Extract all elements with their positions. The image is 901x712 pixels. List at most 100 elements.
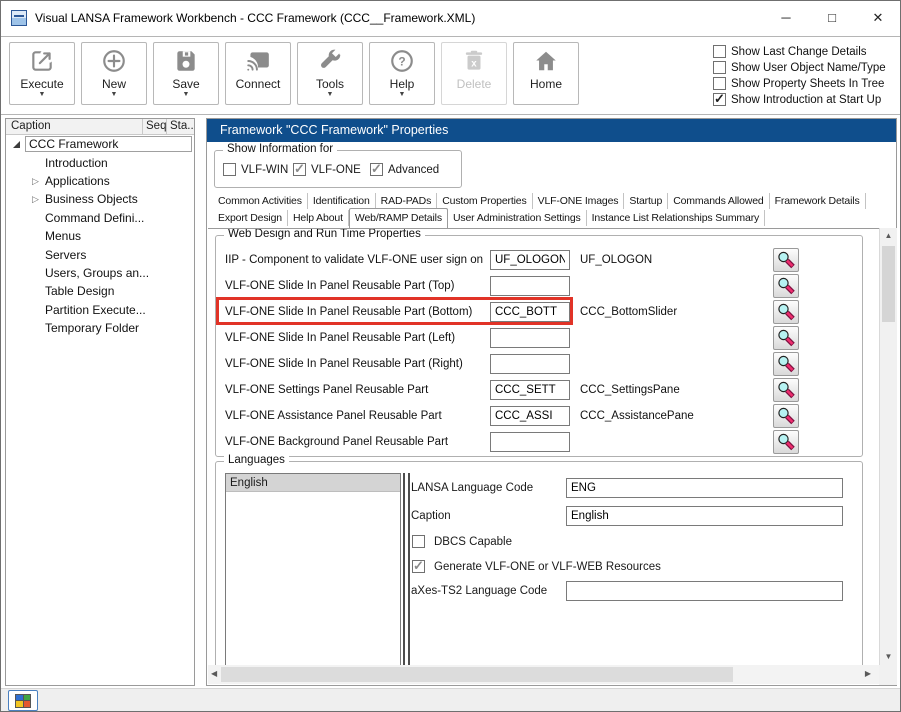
dropdown-arrow-icon: ▼ bbox=[38, 91, 46, 98]
close-button[interactable]: ✕ bbox=[861, 7, 895, 29]
button-label: New bbox=[101, 77, 126, 91]
scroll-right-icon[interactable]: ▶ bbox=[865, 670, 871, 678]
checkbox[interactable]: ✓ bbox=[713, 91, 726, 106]
tree-item-temporary-folder[interactable]: Temporary Folder bbox=[6, 319, 194, 337]
lansa-language-code-input[interactable] bbox=[566, 478, 843, 498]
tree-item-applications[interactable]: ▷ Applications bbox=[6, 172, 194, 190]
expanded-triangle-icon[interactable] bbox=[13, 140, 20, 148]
check-generate-resources[interactable]: ✓ Generate VLF-ONE or VLF-WEB Resources bbox=[412, 558, 661, 573]
vertical-scroll-thumb[interactable] bbox=[882, 246, 895, 322]
tree-item-menus[interactable]: Menus bbox=[6, 227, 194, 245]
option-label: Show Introduction at Start Up bbox=[731, 93, 882, 106]
checkbox[interactable]: ✓ bbox=[223, 163, 236, 176]
option-show-introduction[interactable]: ✓ Show Introduction at Start Up bbox=[713, 91, 882, 107]
option-show-property-sheets[interactable]: ✓ Show Property Sheets In Tree bbox=[713, 76, 884, 91]
scroll-up-icon[interactable]: ▲ bbox=[880, 232, 897, 240]
tab-help-about[interactable]: Help About bbox=[288, 210, 349, 226]
background-panel-input[interactable] bbox=[490, 432, 570, 452]
new-button[interactable]: New ▼ bbox=[81, 42, 147, 105]
maximize-button[interactable]: □ bbox=[815, 7, 849, 29]
tab-common-activities[interactable]: Common Activities bbox=[213, 193, 308, 209]
checkbox[interactable]: ✓ bbox=[713, 45, 726, 58]
tab-user-administration-settings[interactable]: User Administration Settings bbox=[448, 210, 587, 226]
tree-item-users-groups[interactable]: Users, Groups an... bbox=[6, 264, 194, 282]
tree-item-business-objects[interactable]: ▷ Business Objects bbox=[6, 190, 194, 208]
search-part-button[interactable] bbox=[773, 300, 799, 324]
tab-commands-allowed[interactable]: Commands Allowed bbox=[668, 193, 770, 209]
search-part-button[interactable] bbox=[773, 430, 799, 454]
checkbox[interactable]: ✓ bbox=[293, 161, 306, 176]
tree-item-partition-execute[interactable]: Partition Execute... bbox=[6, 301, 194, 319]
search-part-button[interactable] bbox=[773, 404, 799, 428]
minimize-button[interactable]: ─ bbox=[769, 7, 803, 29]
horizontal-scrollbar[interactable]: ◀ ▶ bbox=[208, 665, 879, 684]
home-button[interactable]: Home bbox=[513, 42, 579, 105]
slide-top-input[interactable] bbox=[490, 276, 570, 296]
iip-signon-input[interactable] bbox=[490, 250, 570, 270]
tab-identification[interactable]: Identification bbox=[308, 193, 376, 209]
column-header-caption[interactable]: Caption bbox=[6, 119, 143, 134]
check-label: VLF-ONE bbox=[311, 163, 361, 176]
option-show-last-change[interactable]: ✓ Show Last Change Details bbox=[713, 44, 867, 59]
column-header-status[interactable]: Sta.. bbox=[167, 119, 194, 134]
checkbox[interactable]: ✓ bbox=[412, 558, 425, 573]
check-vlf-one[interactable]: ✓ VLF-ONE bbox=[293, 161, 361, 176]
tab-rad-pads[interactable]: RAD-PADs bbox=[376, 193, 438, 209]
tree-item-command-definitions[interactable]: Command Defini... bbox=[6, 209, 194, 227]
checkbox[interactable]: ✓ bbox=[713, 77, 726, 90]
tab-framework-details[interactable]: Framework Details bbox=[770, 193, 866, 209]
checkbox[interactable]: ✓ bbox=[713, 61, 726, 74]
checkbox[interactable]: ✓ bbox=[370, 161, 383, 176]
toolbar: Execute ▼ New ▼ Save ▼ Connect Tools ▼ ?… bbox=[1, 38, 900, 115]
search-part-button[interactable] bbox=[773, 378, 799, 402]
axes-ts2-language-code-input[interactable] bbox=[566, 581, 843, 601]
vertical-scrollbar[interactable]: ▲ ▼ bbox=[879, 228, 897, 665]
tab-instance-list-relationships-summary[interactable]: Instance List Relationships Summary bbox=[587, 210, 766, 226]
search-part-button[interactable] bbox=[773, 326, 799, 350]
slide-bottom-input[interactable] bbox=[490, 302, 570, 322]
collapsed-triangle-icon[interactable]: ▷ bbox=[32, 194, 42, 204]
splitter[interactable] bbox=[403, 473, 410, 665]
caption-input[interactable] bbox=[566, 506, 843, 526]
language-listbox[interactable]: English bbox=[225, 473, 401, 665]
wrench-icon bbox=[317, 48, 343, 77]
field-label: Caption bbox=[411, 510, 451, 522]
check-vlf-win[interactable]: ✓ VLF-WIN bbox=[223, 163, 288, 176]
horizontal-scroll-thumb[interactable] bbox=[221, 667, 733, 682]
collapsed-triangle-icon[interactable]: ▷ bbox=[32, 176, 42, 186]
execute-button[interactable]: Execute ▼ bbox=[9, 42, 75, 105]
settings-panel-input[interactable] bbox=[490, 380, 570, 400]
connect-button[interactable]: Connect bbox=[225, 42, 291, 105]
status-grid-button[interactable] bbox=[8, 690, 38, 711]
search-part-button[interactable] bbox=[773, 274, 799, 298]
tab-web-ramp-details[interactable]: Web/RAMP Details bbox=[348, 208, 448, 228]
tree-item-servers[interactable]: Servers bbox=[6, 245, 194, 263]
tree-item-table-design[interactable]: Table Design bbox=[6, 282, 194, 300]
tab-custom-properties[interactable]: Custom Properties bbox=[437, 193, 533, 209]
slide-left-input[interactable] bbox=[490, 328, 570, 348]
tools-button[interactable]: Tools ▼ bbox=[297, 42, 363, 105]
resolved-name: CCC_SettingsPane bbox=[580, 384, 680, 396]
tab-export-design[interactable]: Export Design bbox=[213, 210, 288, 226]
option-label: Show Last Change Details bbox=[731, 45, 867, 58]
scroll-left-icon[interactable]: ◀ bbox=[211, 670, 217, 678]
column-header-seq[interactable]: Seq bbox=[143, 119, 167, 134]
search-part-button[interactable] bbox=[773, 248, 799, 272]
check-advanced[interactable]: ✓ Advanced bbox=[370, 161, 439, 176]
save-button[interactable]: Save ▼ bbox=[153, 42, 219, 105]
tab-startup[interactable]: Startup bbox=[624, 193, 669, 209]
checkbox[interactable]: ✓ bbox=[412, 535, 425, 548]
tree-item-ccc-framework[interactable]: CCC Framework bbox=[6, 135, 194, 153]
search-part-button[interactable] bbox=[773, 352, 799, 376]
scroll-down-icon[interactable]: ▼ bbox=[880, 653, 897, 661]
language-list-item[interactable]: English bbox=[226, 474, 400, 492]
check-dbcs-capable[interactable]: ✓ DBCS Capable bbox=[412, 535, 512, 548]
tab-vlf-one-images[interactable]: VLF-ONE Images bbox=[533, 193, 625, 209]
assistance-panel-input[interactable] bbox=[490, 406, 570, 426]
help-button[interactable]: ? Help ▼ bbox=[369, 42, 435, 105]
tree-item-introduction[interactable]: Introduction bbox=[6, 153, 194, 171]
slide-right-input[interactable] bbox=[490, 354, 570, 374]
option-show-user-object[interactable]: ✓ Show User Object Name/Type bbox=[713, 60, 886, 75]
resolved-name: UF_OLOGON bbox=[580, 254, 653, 266]
tab-row-2: Export Design Help About Web/RAMP Detail… bbox=[213, 208, 766, 228]
